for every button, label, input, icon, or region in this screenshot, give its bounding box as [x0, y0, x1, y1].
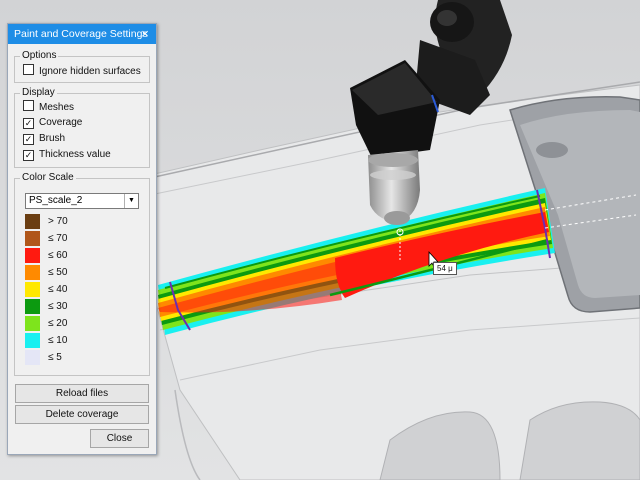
close-button[interactable]: Close: [90, 429, 149, 448]
scale-swatch: [25, 265, 40, 280]
checkbox-box[interactable]: [23, 100, 34, 111]
scale-level-label: ≤ 20: [48, 318, 68, 329]
thickness-value-checkbox[interactable]: ✓ Thickness value: [23, 148, 111, 162]
checkmark-icon[interactable]: ✓: [23, 134, 34, 145]
scale-swatch: [25, 316, 40, 331]
meshes-checkbox[interactable]: Meshes: [23, 100, 74, 114]
scale-level-label: ≤ 10: [48, 335, 68, 346]
display-group: Display Meshes ✓ Coverage ✓ Brush ✓ Thickne…: [14, 87, 150, 168]
scale-swatch: [25, 214, 40, 229]
checkbox-label: Coverage: [39, 117, 83, 128]
scale-swatch: [25, 333, 40, 348]
panel-title-bar: Paint and Coverage Settings ×: [8, 24, 156, 44]
scale-swatch: [25, 231, 40, 246]
panel-title: Paint and Coverage Settings: [14, 28, 148, 40]
checkbox-label: Meshes: [39, 102, 75, 113]
paint-coverage-settings-panel: Paint and Coverage Settings × Options Ig…: [7, 23, 157, 455]
scale-level-label: ≤ 50: [48, 267, 68, 278]
scale-swatch: [25, 299, 40, 314]
color-scale-group: Color Scale PS_scale_2 ▼ > 70 ≤ 70 ≤ 60 …: [14, 172, 150, 376]
sunroof-detail: [536, 142, 568, 158]
brush-checkbox[interactable]: ✓ Brush: [23, 132, 65, 146]
dropdown-value: PS_scale_2: [29, 195, 83, 206]
color-scale-legend: Color Scale: [20, 172, 76, 184]
robot-wrist-highlight: [437, 10, 457, 26]
scale-level-label: ≤ 60: [48, 250, 68, 261]
reload-files-button[interactable]: Reload files: [15, 384, 149, 403]
display-legend: Display: [20, 87, 57, 99]
scale-swatch: [25, 248, 40, 263]
scale-level-label: ≤ 70: [48, 233, 68, 244]
scale-level-label: ≤ 5: [48, 352, 62, 363]
checkbox-box[interactable]: [23, 64, 34, 75]
scale-swatch: [25, 282, 40, 297]
checkmark-icon[interactable]: ✓: [23, 150, 34, 161]
scale-level-label: ≤ 30: [48, 301, 68, 312]
thickness-readout: 54 μ: [433, 262, 457, 275]
nozzle-tip: [384, 211, 410, 225]
coverage-checkbox[interactable]: ✓ Coverage: [23, 116, 82, 130]
ignore-hidden-surfaces-checkbox[interactable]: Ignore hidden surfaces: [23, 64, 141, 78]
scale-level-label: ≤ 40: [48, 284, 68, 295]
delete-coverage-button[interactable]: Delete coverage: [15, 405, 149, 424]
checkbox-label: Ignore hidden surfaces: [39, 66, 141, 77]
checkbox-label: Brush: [39, 133, 66, 144]
color-scale-dropdown[interactable]: PS_scale_2 ▼: [25, 193, 139, 209]
close-icon[interactable]: ×: [138, 24, 152, 44]
nozzle-ring: [370, 170, 416, 180]
checkbox-label: Thickness value: [39, 149, 111, 160]
scale-swatch: [25, 350, 40, 365]
checkmark-icon[interactable]: ✓: [23, 118, 34, 129]
chevron-down-icon[interactable]: ▼: [124, 194, 138, 208]
options-group: Options Ignore hidden surfaces: [14, 50, 150, 83]
options-legend: Options: [20, 50, 59, 62]
nozzle-ring: [368, 153, 418, 167]
scale-level-label: > 70: [48, 216, 68, 227]
